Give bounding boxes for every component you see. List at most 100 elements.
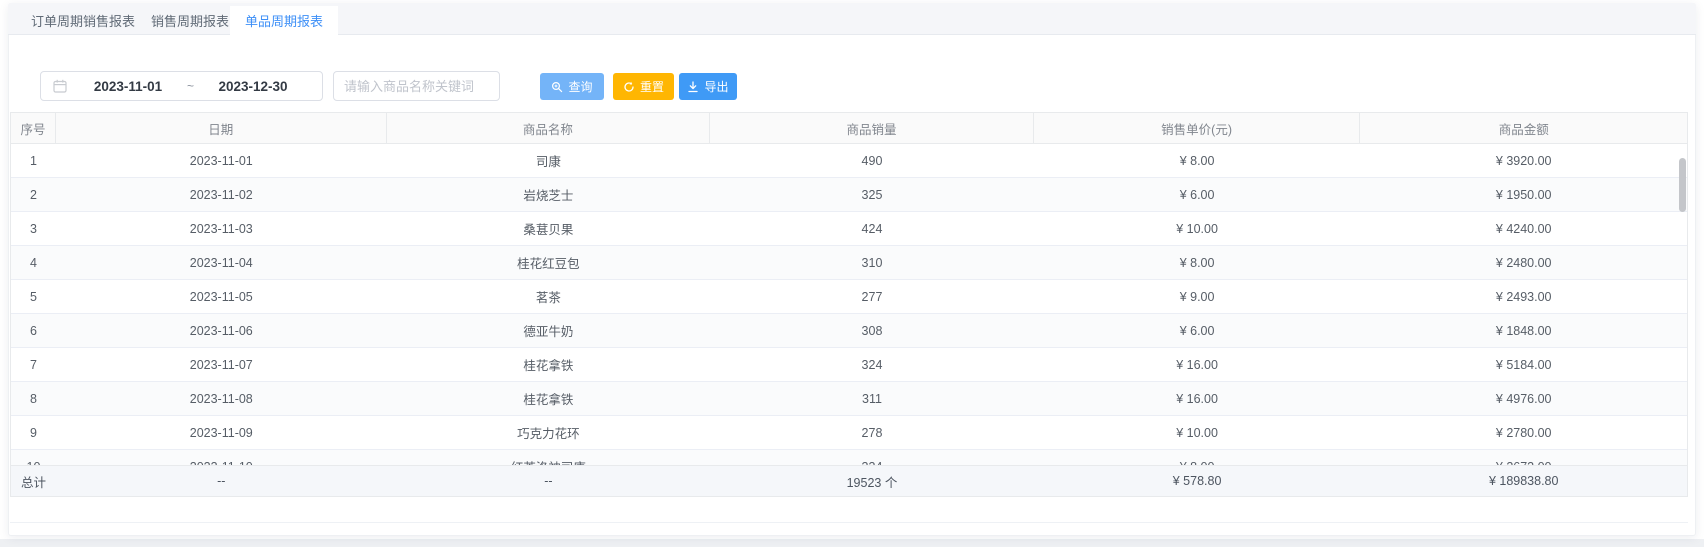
table-body: 12023-11-01司康490¥ 8.00¥ 3920.0022023-11-… xyxy=(11,144,1687,465)
table-row: 52023-11-05茗茶277¥ 9.00¥ 2493.00 xyxy=(11,280,1687,314)
table-cell: ¥ 4240.00 xyxy=(1360,212,1687,245)
table-cell: 茗茶 xyxy=(387,280,711,313)
table-cell: ¥ 8.00 xyxy=(1034,144,1361,177)
refresh-icon xyxy=(623,81,635,93)
tab-order-cycle-sales-report[interactable]: 订单周期销售报表 xyxy=(31,6,135,38)
tab-item-cycle-report[interactable]: 单品周期报表 xyxy=(230,6,338,39)
column-header-product: 商品名称 xyxy=(387,113,711,143)
table-cell: 310 xyxy=(710,246,1034,279)
table-row: 102023-11-10红茶洛神司康334¥ 8.00¥ 2672.00 xyxy=(11,450,1687,465)
table-cell: ¥ 16.00 xyxy=(1034,382,1361,415)
table-cell: 6 xyxy=(11,314,56,347)
column-header-unit-price: 销售单价(元) xyxy=(1034,113,1361,143)
total-amount: ¥ 189838.80 xyxy=(1360,466,1687,496)
table-cell: 7 xyxy=(11,348,56,381)
table-row: 42023-11-04桂花红豆包310¥ 8.00¥ 2480.00 xyxy=(11,246,1687,280)
table-cell: 2023-11-10 xyxy=(56,450,387,465)
table-cell: 桑葚贝果 xyxy=(387,212,711,245)
table-row: 22023-11-02岩烧芝士325¥ 6.00¥ 1950.00 xyxy=(11,178,1687,212)
download-icon xyxy=(687,81,699,93)
export-button[interactable]: 导出 xyxy=(679,73,737,100)
table-row: 92023-11-09巧克力花环278¥ 10.00¥ 2780.00 xyxy=(11,416,1687,450)
table-row: 12023-11-01司康490¥ 8.00¥ 3920.00 xyxy=(11,144,1687,178)
reset-button[interactable]: 重置 xyxy=(613,73,674,100)
table-cell: ¥ 10.00 xyxy=(1034,212,1361,245)
table-header-row: 序号 日期 商品名称 商品销量 销售单价(元) 商品金额 xyxy=(11,112,1687,144)
date-start: 2023-11-01 xyxy=(71,79,185,94)
table-cell: 490 xyxy=(710,144,1034,177)
date-separator: ~ xyxy=(185,79,196,93)
table-cell: 桂花拿铁 xyxy=(387,382,711,415)
table-cell: 10 xyxy=(11,450,56,465)
table-cell: 红茶洛神司康 xyxy=(387,450,711,465)
total-date: -- xyxy=(56,466,387,496)
table-row: 32023-11-03桑葚贝果424¥ 10.00¥ 4240.00 xyxy=(11,212,1687,246)
table-cell: 2023-11-07 xyxy=(56,348,387,381)
table-cell: 325 xyxy=(710,178,1034,211)
table-cell: ¥ 6.00 xyxy=(1034,178,1361,211)
query-button-label: 查询 xyxy=(568,78,592,95)
table-cell: 2023-11-05 xyxy=(56,280,387,313)
table-cell: 4 xyxy=(11,246,56,279)
table-cell: 311 xyxy=(710,382,1034,415)
date-range-picker[interactable]: 2023-11-01 ~ 2023-12-30 xyxy=(40,71,323,101)
table-cell: ¥ 2480.00 xyxy=(1360,246,1687,279)
table-cell: ¥ 4976.00 xyxy=(1360,382,1687,415)
table-cell: 308 xyxy=(710,314,1034,347)
column-header-index: 序号 xyxy=(11,113,56,143)
table-cell: 2023-11-08 xyxy=(56,382,387,415)
table-cell: 278 xyxy=(710,416,1034,449)
table-cell: 5 xyxy=(11,280,56,313)
table-cell: ¥ 2780.00 xyxy=(1360,416,1687,449)
table-cell: ¥ 1848.00 xyxy=(1360,314,1687,347)
column-header-amount: 商品金额 xyxy=(1360,113,1687,143)
table-cell: ¥ 16.00 xyxy=(1034,348,1361,381)
column-header-quantity: 商品销量 xyxy=(710,113,1034,143)
report-table: 序号 日期 商品名称 商品销量 销售单价(元) 商品金额 12023-11-01… xyxy=(10,112,1688,465)
table-row: 82023-11-08桂花拿铁311¥ 16.00¥ 4976.00 xyxy=(11,382,1687,416)
total-label: 总计 xyxy=(11,466,56,496)
export-button-label: 导出 xyxy=(704,78,728,95)
table-cell: 2023-11-09 xyxy=(56,416,387,449)
table-cell: 2023-11-03 xyxy=(56,212,387,245)
table-cell: ¥ 3920.00 xyxy=(1360,144,1687,177)
table-cell: ¥ 2672.00 xyxy=(1360,450,1687,465)
table-cell: ¥ 9.00 xyxy=(1034,280,1361,313)
table-cell: 桂花红豆包 xyxy=(387,246,711,279)
table-cell: ¥ 5184.00 xyxy=(1360,348,1687,381)
product-keyword-search xyxy=(333,71,500,101)
table-row: 62023-11-06德亚牛奶308¥ 6.00¥ 1848.00 xyxy=(11,314,1687,348)
table-cell: 424 xyxy=(710,212,1034,245)
table-cell: 2023-11-04 xyxy=(56,246,387,279)
table-cell: 1 xyxy=(11,144,56,177)
date-end: 2023-12-30 xyxy=(196,79,310,94)
query-button[interactable]: 查询 xyxy=(540,73,604,100)
card-footer-divider xyxy=(10,522,1688,523)
table-total-row: 总计 -- -- 19523 个 ¥ 578.80 ¥ 189838.80 xyxy=(10,465,1688,497)
table-cell: ¥ 1950.00 xyxy=(1360,178,1687,211)
table-cell: 9 xyxy=(11,416,56,449)
table-cell: 2023-11-01 xyxy=(56,144,387,177)
table-cell: 2 xyxy=(11,178,56,211)
table-cell: 司康 xyxy=(387,144,711,177)
search-input[interactable] xyxy=(333,71,500,101)
table-cell: ¥ 2493.00 xyxy=(1360,280,1687,313)
total-product: -- xyxy=(387,466,711,496)
table-cell: 2023-11-02 xyxy=(56,178,387,211)
table-cell: 277 xyxy=(710,280,1034,313)
calendar-icon xyxy=(53,79,67,93)
total-unit-price: ¥ 578.80 xyxy=(1034,466,1361,496)
table-cell: 334 xyxy=(710,450,1034,465)
tab-sales-cycle-report[interactable]: 销售周期报表 xyxy=(151,6,229,38)
table-cell: ¥ 6.00 xyxy=(1034,314,1361,347)
table-cell: 324 xyxy=(710,348,1034,381)
vertical-scrollbar-thumb[interactable] xyxy=(1679,158,1686,212)
table-row: 72023-11-07桂花拿铁324¥ 16.00¥ 5184.00 xyxy=(11,348,1687,382)
table-cell: 岩烧芝士 xyxy=(387,178,711,211)
table-cell: 桂花拿铁 xyxy=(387,348,711,381)
reset-button-label: 重置 xyxy=(640,78,664,95)
table-cell: 德亚牛奶 xyxy=(387,314,711,347)
page-bottom-strip xyxy=(0,539,1704,547)
report-tabbar: 订单周期销售报表 销售周期报表 单品周期报表 xyxy=(8,3,1696,35)
report-page: 订单周期销售报表 销售周期报表 单品周期报表 2023-11-01 ~ 2023… xyxy=(0,0,1704,547)
